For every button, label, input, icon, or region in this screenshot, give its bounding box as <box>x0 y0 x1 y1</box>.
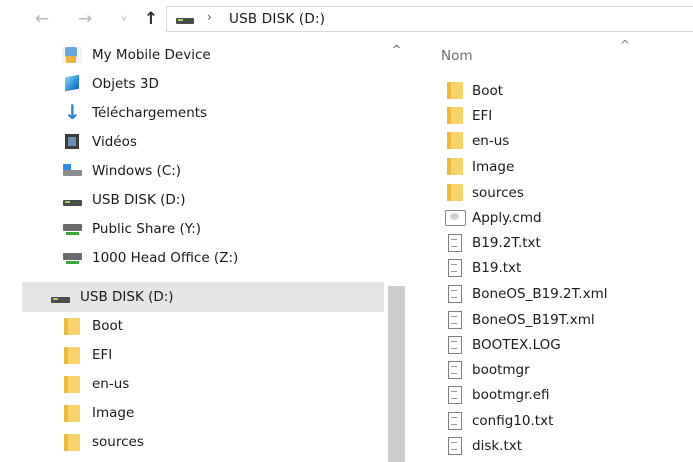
file-item-label: BoneOS_B19.2T.xml <box>472 286 608 302</box>
breadcrumb-separator[interactable]: › <box>207 10 212 24</box>
folder-icon <box>445 184 465 202</box>
text-file-icon <box>445 361 465 379</box>
recent-locations-button[interactable]: ∨ <box>113 8 135 30</box>
nav-item-label: en-us <box>92 376 130 392</box>
file-item-label: config10.txt <box>472 413 554 429</box>
text-file-icon <box>445 285 465 303</box>
file-item-label: Apply.cmd <box>472 210 542 226</box>
file-item-label: sources <box>472 185 524 201</box>
address-toolbar: ← → ∨ ↑ › USB DISK (D:) <box>0 0 693 38</box>
nav-item-label: Objets 3D <box>92 76 159 92</box>
network-drive-icon <box>62 250 82 266</box>
nav-item-label: Windows (C:) <box>92 163 182 179</box>
folder-icon <box>445 82 465 100</box>
nav-item-label: Téléchargements <box>92 105 208 121</box>
nav-item-label: USB DISK (D:) <box>80 289 174 305</box>
folder-icon <box>445 107 465 125</box>
folder-icon <box>62 376 82 393</box>
file-item-label: B19.2T.txt <box>472 235 541 251</box>
navigation-pane: My Mobile Device Objets 3D Téléchargemen… <box>0 38 409 462</box>
file-item-label: BoneOS_B19T.xml <box>472 312 595 328</box>
download-icon <box>62 99 82 125</box>
text-file-icon <box>445 311 465 329</box>
address-bar[interactable]: › USB DISK (D:) <box>166 6 693 32</box>
usb-drive-icon <box>62 192 82 208</box>
file-item-label: disk.txt <box>472 438 523 454</box>
forward-button[interactable]: → <box>74 8 96 30</box>
folder-icon <box>445 158 465 176</box>
mobile-device-icon <box>62 47 82 63</box>
nav-item-label: USB DISK (D:) <box>92 192 186 208</box>
nav-item-label: EFI <box>92 347 113 363</box>
cmd-file-icon <box>445 209 466 227</box>
text-file-icon <box>445 336 465 354</box>
windows-drive-icon <box>62 163 82 179</box>
file-item-label: BOOTEX.LOG <box>472 337 561 353</box>
scroll-up-button[interactable]: ^ <box>384 40 409 60</box>
file-item-label: bootmgr.efi <box>472 387 550 403</box>
nav-item-label: sources <box>92 434 144 450</box>
nav-item-label: Boot <box>92 318 124 334</box>
network-drive-icon <box>62 221 82 237</box>
usb-drive-icon <box>176 18 194 24</box>
back-button[interactable]: ← <box>31 8 53 30</box>
folder-icon <box>62 434 82 451</box>
file-item-label: en-us <box>472 133 510 149</box>
column-header-name[interactable]: Nom <box>441 48 473 64</box>
folder-icon <box>445 132 465 150</box>
folder-icon <box>62 347 82 364</box>
file-list-pane: Nom ^ Boot EFI en-us Image sources Apply… <box>409 38 693 462</box>
selected-row-highlight <box>22 282 384 312</box>
up-button[interactable]: ↑ <box>140 8 162 30</box>
3d-objects-icon <box>62 76 82 92</box>
nav-item-label: 1000 Head Office (Z:) <box>92 250 239 266</box>
file-item-label: B19.txt <box>472 260 522 276</box>
folder-icon <box>62 318 82 335</box>
file-item-label: Image <box>472 159 515 175</box>
video-icon <box>62 134 82 150</box>
text-file-icon <box>445 437 465 455</box>
breadcrumb-usb-disk[interactable]: USB DISK (D:) <box>229 11 325 27</box>
folder-icon <box>62 405 82 422</box>
text-file-icon <box>445 386 465 404</box>
text-file-icon <box>445 234 465 252</box>
text-file-icon <box>445 259 465 277</box>
navigation-scrollbar[interactable]: ^ <box>384 38 409 462</box>
nav-item-label: Vidéos <box>92 134 137 150</box>
nav-item-label: My Mobile Device <box>92 47 211 63</box>
file-item-label: EFI <box>472 108 493 124</box>
sort-ascending-icon: ^ <box>620 38 631 52</box>
nav-item-label: Public Share (Y:) <box>92 221 202 237</box>
nav-item-label: Image <box>92 405 135 421</box>
file-item-label: Boot <box>472 83 504 99</box>
text-file-icon <box>445 412 465 430</box>
usb-drive-icon <box>50 289 70 305</box>
scrollbar-thumb[interactable] <box>388 286 405 462</box>
file-item-label: bootmgr <box>472 362 530 378</box>
